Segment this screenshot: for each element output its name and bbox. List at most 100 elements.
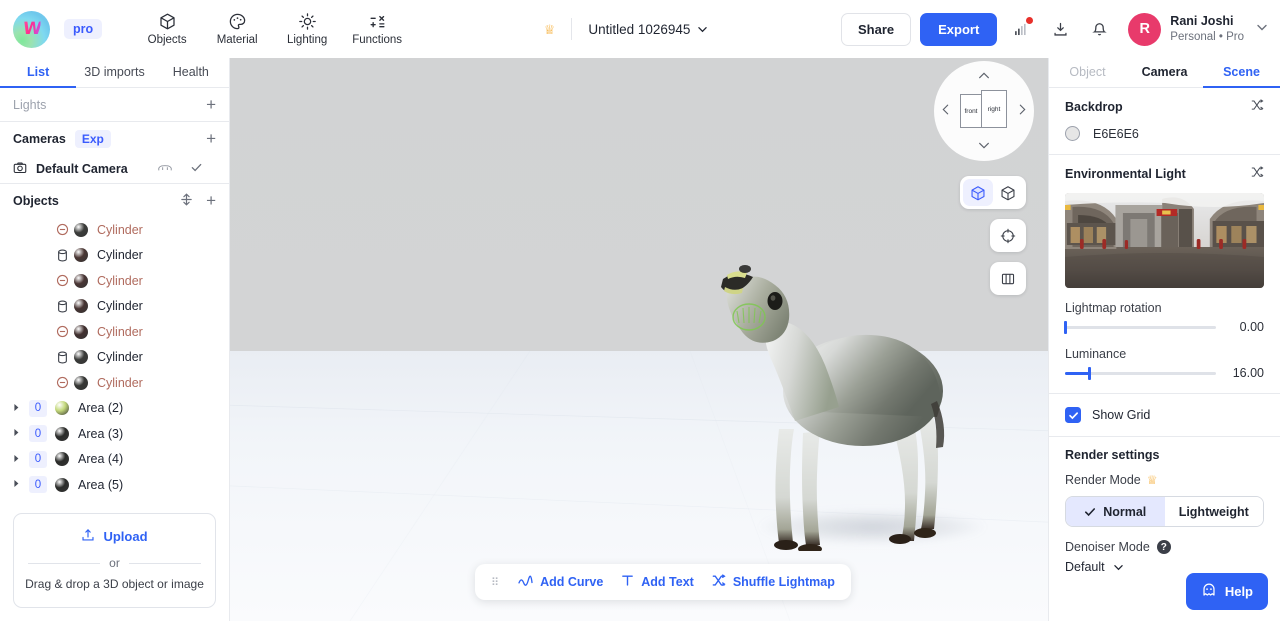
tab-object[interactable]: Object: [1049, 58, 1126, 87]
nav-tool-functions[interactable]: Functions: [344, 10, 410, 48]
add-object-button[interactable]: +: [206, 192, 216, 209]
tab-camera[interactable]: Camera: [1126, 58, 1203, 87]
render-mode-normal-option[interactable]: Normal: [1066, 497, 1165, 526]
toolbar-drag-handle[interactable]: ⠿: [491, 576, 500, 589]
expand-chevron-right-icon[interactable]: [13, 454, 29, 465]
material-preview-swatch[interactable]: [55, 426, 69, 441]
hidden-icon[interactable]: [50, 325, 74, 338]
object-row[interactable]: 0 Area (2): [0, 396, 229, 422]
object-row[interactable]: Cylinder: [0, 268, 229, 294]
share-button[interactable]: Share: [840, 12, 912, 46]
cylinder-icon[interactable]: [50, 300, 74, 313]
gizmo-arrow-right-icon[interactable]: [1019, 104, 1026, 118]
tab-scene[interactable]: Scene: [1203, 58, 1280, 88]
expand-chevron-right-icon[interactable]: [13, 428, 29, 439]
analytics-button[interactable]: [1006, 14, 1036, 44]
object-row[interactable]: 0 Area (3): [0, 421, 229, 447]
material-preview-swatch[interactable]: [74, 248, 88, 263]
gizmo-arrow-down-icon[interactable]: [979, 140, 990, 152]
tab-3d-imports[interactable]: 3D imports: [76, 58, 152, 87]
expand-chevron-right-icon[interactable]: [13, 479, 29, 490]
render-mode-lightweight-option[interactable]: Lightweight: [1164, 497, 1263, 526]
expand-chevron-right-icon[interactable]: [13, 403, 29, 414]
logo-icon[interactable]: W: [13, 10, 50, 48]
add-text-button[interactable]: Add Text: [621, 574, 694, 590]
material-preview-swatch[interactable]: [74, 350, 88, 365]
lightmap-rotation-slider[interactable]: 0.00: [1064, 320, 1264, 334]
avatar[interactable]: R: [1128, 12, 1162, 46]
backdrop-shuffle-icon[interactable]: [1251, 99, 1264, 115]
luminance-slider[interactable]: 16.00: [1065, 366, 1264, 380]
object-row[interactable]: 0 Area (4): [0, 447, 229, 473]
material-preview-swatch[interactable]: [74, 375, 88, 390]
nav-tool-objects[interactable]: Objects: [134, 10, 200, 48]
gizmo-face-right[interactable]: right: [981, 90, 1007, 128]
camera-view-icon[interactable]: [158, 162, 172, 176]
environment-map-thumbnail[interactable]: [1065, 193, 1264, 288]
question-icon[interactable]: ?: [1156, 540, 1171, 554]
hidden-icon[interactable]: [50, 274, 74, 287]
download-button[interactable]: [1045, 14, 1075, 44]
backdrop-color-row[interactable]: E6E6E6: [1065, 126, 1264, 141]
viewport-3d[interactable]: front right ⠿ Add Curve Add Text Shuffle…: [230, 58, 1048, 621]
nav-tool-lighting[interactable]: Lighting: [274, 10, 340, 48]
gizmo-cube[interactable]: front right: [960, 90, 1008, 132]
material-preview-swatch[interactable]: [55, 452, 69, 467]
brand-logo[interactable]: W pro: [13, 10, 103, 48]
object-row[interactable]: Cylinder: [0, 294, 229, 320]
material-preview-swatch[interactable]: [74, 222, 88, 237]
object-row[interactable]: Cylinder: [0, 345, 229, 371]
show-grid-checkbox[interactable]: [1065, 407, 1081, 423]
nav-tool-material[interactable]: Material: [204, 10, 270, 48]
tab-list[interactable]: List: [0, 58, 77, 88]
view-gizmo[interactable]: front right: [934, 61, 1034, 161]
objects-section-header: Objects +: [0, 184, 229, 217]
object-row[interactable]: Cylinder: [0, 319, 229, 345]
exp-badge[interactable]: Exp: [74, 129, 111, 148]
environmental-light-shuffle-icon[interactable]: [1251, 166, 1264, 182]
object-row[interactable]: Cylinder: [0, 217, 229, 243]
hidden-icon[interactable]: [50, 376, 74, 389]
document-title[interactable]: Untitled 1026945: [588, 22, 708, 37]
tab-health[interactable]: Health: [153, 58, 229, 87]
lightmap-rotation-knob[interactable]: [1064, 320, 1067, 334]
hidden-icon[interactable]: [50, 223, 74, 236]
export-button[interactable]: Export: [920, 12, 998, 46]
gizmo-arrow-up-icon[interactable]: [979, 70, 990, 82]
gizmo-face-front[interactable]: front: [960, 94, 982, 128]
add-curve-button[interactable]: Add Curve: [518, 575, 603, 590]
add-light-button[interactable]: +: [206, 96, 216, 113]
notifications-button[interactable]: [1084, 14, 1114, 44]
object-row[interactable]: Cylinder: [0, 370, 229, 396]
add-camera-button[interactable]: +: [206, 130, 216, 147]
material-preview-swatch[interactable]: [55, 401, 69, 416]
object-row[interactable]: 0 Area (5): [0, 472, 229, 498]
user-menu-chevron-down-icon[interactable]: [1256, 20, 1268, 38]
material-preview-swatch[interactable]: [74, 299, 88, 314]
camel-model[interactable]: [685, 261, 975, 551]
material-preview-swatch[interactable]: [74, 324, 88, 339]
gizmo-arrow-left-icon[interactable]: [942, 104, 949, 118]
upload-button[interactable]: Upload: [24, 528, 205, 545]
sort-icon[interactable]: [180, 192, 193, 209]
lightmap-rotation-track[interactable]: [1064, 320, 1216, 334]
denoiser-mode-dropdown[interactable]: Default: [1065, 560, 1264, 574]
wireframe-cube-icon-button[interactable]: [993, 179, 1023, 206]
camera-active-check-icon[interactable]: [190, 161, 203, 177]
luminance-knob[interactable]: [1088, 366, 1091, 380]
solid-cube-icon-button[interactable]: [963, 179, 993, 206]
cylinder-icon[interactable]: [50, 249, 74, 262]
columns-icon-button[interactable]: [993, 265, 1023, 292]
material-preview-swatch[interactable]: [55, 477, 69, 492]
help-button[interactable]: Help: [1185, 573, 1268, 610]
shuffle-lightmap-button[interactable]: Shuffle Lightmap: [712, 573, 835, 591]
cylinder-icon[interactable]: [50, 351, 74, 364]
show-grid-row[interactable]: Show Grid: [1049, 394, 1280, 436]
camera-row-default[interactable]: Default Camera: [0, 155, 229, 183]
material-preview-swatch[interactable]: [74, 273, 88, 288]
luminance-track[interactable]: [1065, 366, 1216, 380]
backdrop-color-swatch[interactable]: [1065, 126, 1080, 141]
object-row[interactable]: Cylinder: [0, 243, 229, 269]
target-icon-button[interactable]: [993, 222, 1023, 249]
upload-dropzone[interactable]: Upload or Drag & drop a 3D object or ima…: [13, 513, 216, 608]
